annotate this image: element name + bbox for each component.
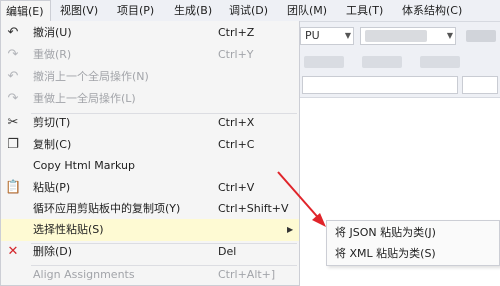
annotation-arrow-head <box>312 213 326 227</box>
annotation-arrow-line <box>277 171 323 223</box>
annotation-arrow <box>277 171 326 227</box>
